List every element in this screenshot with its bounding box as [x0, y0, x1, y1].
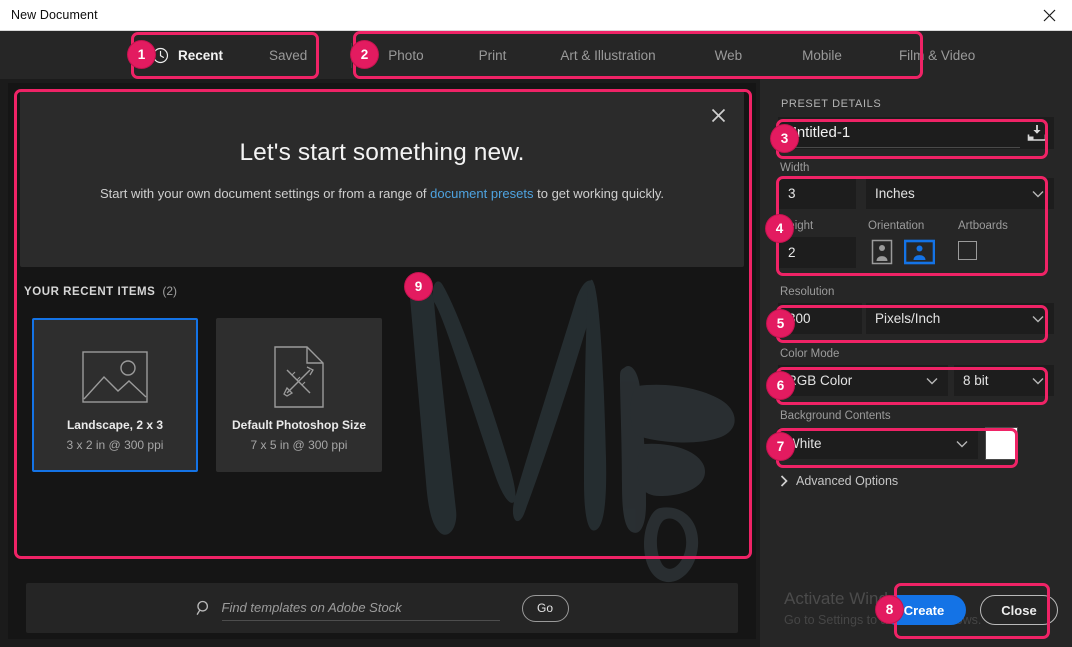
close-icon: [1043, 9, 1055, 22]
window-title-bar: New Document: [0, 0, 1072, 31]
hero-subtitle-part1: Start with your own document settings or…: [99, 186, 431, 201]
recent-items-heading: YOUR RECENT ITEMS (2): [24, 284, 177, 298]
recent-items-count: (2): [162, 284, 178, 298]
width-label: Width: [780, 162, 810, 174]
card-title: Landscape, 2 x 3: [66, 418, 164, 432]
tab-print[interactable]: Print: [479, 48, 507, 63]
save-preset-button[interactable]: [1020, 118, 1054, 148]
tab-mobile[interactable]: Mobile: [802, 48, 842, 63]
orientation-portrait-button[interactable]: [866, 236, 897, 267]
artboards-label: Artboards: [958, 220, 1008, 232]
chevron-down-icon: [1032, 377, 1044, 384]
card-title: Default Photoshop Size: [231, 418, 366, 432]
orientation-label: Orientation: [868, 220, 925, 232]
document-presets-link[interactable]: document presets: [430, 186, 533, 201]
adobe-stock-search-bar: Go: [26, 583, 738, 633]
recent-item-landscape[interactable]: Landscape, 2 x 3 3 x 2 in @ 300 ppi: [32, 318, 198, 472]
preset-details-panel: PRESET DETAILS Width Inches: [760, 79, 1072, 647]
clock-icon: [152, 47, 169, 63]
hero-close-button[interactable]: [708, 105, 728, 125]
orientation-landscape-button[interactable]: [904, 236, 935, 267]
card-subtitle: 7 x 5 in @ 300 ppi: [250, 438, 348, 452]
recent-items-label: YOUR RECENT ITEMS: [24, 286, 156, 298]
tab-photo[interactable]: Photo: [388, 48, 423, 63]
card-subtitle: 3 x 2 in @ 300 ppi: [66, 438, 164, 452]
resolution-input[interactable]: [778, 303, 862, 334]
search-icon: [196, 600, 208, 615]
document-name-input[interactable]: [778, 118, 1020, 148]
width-unit-value: Inches: [875, 186, 915, 201]
background-watermark-artwork: [409, 276, 735, 583]
bit-depth-value: 8 bit: [963, 373, 989, 388]
document-pencil-ruler-icon: [274, 346, 324, 408]
chevron-down-icon: [1032, 315, 1044, 322]
recent-items-list: Landscape, 2 x 3 3 x 2 in @ 300 ppi Defa…: [32, 318, 382, 472]
close-icon: [711, 108, 725, 122]
hero-subtitle-part2: to get working quickly.: [533, 186, 665, 201]
tab-art-illustration[interactable]: Art & Illustration: [560, 48, 655, 63]
document-name-row: [778, 117, 1054, 149]
color-mode-select[interactable]: RGB Color: [778, 365, 948, 396]
color-mode-row: RGB Color 8 bit: [778, 365, 1054, 396]
tab-web[interactable]: Web: [715, 48, 743, 63]
resolution-unit-value: Pixels/Inch: [875, 311, 941, 326]
image-placeholder-icon: [82, 351, 148, 403]
stock-go-button[interactable]: Go: [521, 594, 569, 622]
stock-search-group: Go: [196, 594, 569, 622]
bit-depth-select[interactable]: 8 bit: [954, 365, 1054, 396]
orientation-portrait-icon: [871, 239, 892, 264]
resolution-row: Pixels/Inch: [778, 303, 1054, 334]
create-button[interactable]: Create: [882, 595, 966, 625]
background-contents-value: White: [787, 436, 822, 451]
chevron-down-icon: [1032, 190, 1044, 197]
card-thumbnail: [82, 346, 148, 408]
resolution-label: Resolution: [780, 286, 835, 298]
tab-strip: Recent Saved Photo Print Art & Illustrat…: [0, 31, 1072, 79]
save-preset-icon: [1027, 125, 1047, 141]
advanced-options-toggle[interactable]: Advanced Options: [780, 474, 898, 488]
width-unit-select[interactable]: Inches: [866, 178, 1054, 209]
artboards-checkbox[interactable]: [958, 241, 977, 260]
card-thumbnail: [274, 346, 324, 408]
tab-recent[interactable]: Recent: [178, 48, 224, 78]
recent-item-default-photoshop-size[interactable]: Default Photoshop Size 7 x 5 in @ 300 pp…: [216, 318, 382, 472]
height-label: Height: [780, 220, 814, 232]
stock-search-input[interactable]: [221, 595, 500, 621]
chevron-down-icon: [956, 440, 968, 447]
tab-saved[interactable]: Saved: [269, 48, 307, 63]
preset-details-heading: PRESET DETAILS: [781, 98, 882, 110]
color-mode-label: Color Mode: [780, 348, 840, 360]
recent-saved-group: Recent Saved: [152, 47, 307, 78]
color-mode-value: RGB Color: [787, 373, 853, 388]
background-contents-select[interactable]: White: [778, 428, 978, 459]
hero-banner: Let's start something new. Start with yo…: [20, 91, 744, 267]
left-content-column: Let's start something new. Start with yo…: [8, 83, 756, 639]
background-color-swatch[interactable]: [985, 427, 1018, 460]
dialog-action-buttons: Create Close: [882, 595, 1058, 625]
hero-subtitle: Start with your own document settings or…: [20, 183, 744, 205]
tab-film-video[interactable]: Film & Video: [899, 48, 975, 63]
chevron-down-icon: [926, 377, 938, 384]
new-document-dialog: New Document Recent Saved Photo Print Ar…: [0, 0, 1072, 647]
orientation-landscape-icon: [904, 239, 935, 264]
background-contents-row: White: [778, 427, 1054, 460]
advanced-options-label: Advanced Options: [796, 474, 899, 488]
chevron-right-icon: [780, 475, 788, 487]
window-title: New Document: [11, 8, 98, 22]
height-input[interactable]: [778, 237, 856, 268]
width-input[interactable]: [778, 178, 856, 209]
resolution-unit-select[interactable]: Pixels/Inch: [866, 303, 1054, 334]
width-row: Inches: [778, 178, 1054, 209]
window-close-button[interactable]: [1026, 0, 1072, 31]
background-contents-label: Background Contents: [780, 410, 891, 422]
hero-title: Let's start something new.: [239, 139, 525, 166]
category-tabs: Photo Print Art & Illustration Web Mobil…: [352, 48, 975, 63]
close-button[interactable]: Close: [980, 595, 1058, 625]
